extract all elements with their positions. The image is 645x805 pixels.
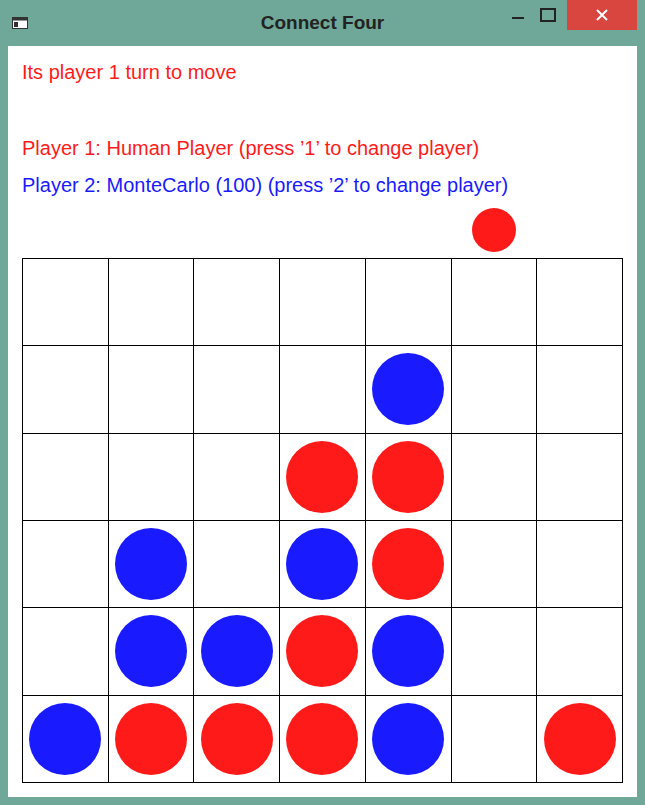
board-cell[interactable] — [109, 259, 194, 345]
close-icon — [595, 8, 609, 22]
maximize-button[interactable] — [533, 0, 563, 30]
board-cell[interactable] — [366, 608, 451, 694]
board-cell[interactable] — [537, 608, 622, 694]
board-cell[interactable] — [280, 696, 365, 782]
minimize-icon — [511, 8, 525, 22]
disc — [372, 703, 444, 775]
drop-row — [22, 197, 623, 258]
board-cell[interactable] — [109, 521, 194, 607]
board-cell[interactable] — [194, 521, 279, 607]
drop-column[interactable] — [537, 197, 623, 258]
board-cell[interactable] — [109, 346, 194, 432]
board-cell[interactable] — [366, 521, 451, 607]
board-cell[interactable] — [537, 521, 622, 607]
game-window: Connect Four Its player 1 turn to move P… — [0, 0, 645, 805]
disc — [544, 703, 616, 775]
close-button[interactable] — [567, 0, 637, 30]
board-cell[interactable] — [23, 434, 108, 520]
board-cell[interactable] — [366, 259, 451, 345]
board-cell[interactable] — [280, 346, 365, 432]
board-cell[interactable] — [194, 608, 279, 694]
board-cell[interactable] — [194, 434, 279, 520]
board-cell[interactable] — [537, 346, 622, 432]
board-cell[interactable] — [537, 696, 622, 782]
board-cell[interactable] — [23, 608, 108, 694]
disc — [201, 615, 273, 687]
title-bar: Connect Four — [0, 0, 645, 46]
disc — [115, 615, 187, 687]
preview-disc — [472, 208, 516, 252]
drop-column[interactable] — [280, 197, 366, 258]
drop-column[interactable] — [451, 197, 537, 258]
board-cell[interactable] — [194, 259, 279, 345]
board-cell[interactable] — [452, 434, 537, 520]
board-cell[interactable] — [452, 608, 537, 694]
disc — [115, 703, 187, 775]
window-title: Connect Four — [261, 12, 385, 34]
board-cell[interactable] — [452, 259, 537, 345]
board-cell[interactable] — [109, 434, 194, 520]
drop-column[interactable] — [194, 197, 280, 258]
disc — [372, 353, 444, 425]
disc — [29, 703, 101, 775]
board-cell[interactable] — [537, 434, 622, 520]
board-cell[interactable] — [366, 346, 451, 432]
disc — [115, 528, 187, 600]
board-cell[interactable] — [366, 696, 451, 782]
board-cell[interactable] — [280, 259, 365, 345]
board-cell[interactable] — [537, 259, 622, 345]
maximize-icon — [540, 8, 556, 22]
board-cell[interactable] — [23, 259, 108, 345]
drop-column[interactable] — [22, 197, 108, 258]
board-cell[interactable] — [280, 608, 365, 694]
drop-column[interactable] — [365, 197, 451, 258]
board-cell[interactable] — [23, 696, 108, 782]
board-cell[interactable] — [109, 696, 194, 782]
disc — [286, 528, 358, 600]
board-cell[interactable] — [280, 434, 365, 520]
board-cell[interactable] — [452, 346, 537, 432]
board-cell[interactable] — [109, 608, 194, 694]
disc — [372, 528, 444, 600]
board-cell[interactable] — [23, 521, 108, 607]
board-cell[interactable] — [194, 346, 279, 432]
board-cell[interactable] — [452, 696, 537, 782]
player-list: Player 1: Human Player (press ’1’ to cha… — [22, 136, 637, 197]
board-cell[interactable] — [366, 434, 451, 520]
disc — [286, 615, 358, 687]
status-text: Its player 1 turn to move — [22, 60, 637, 84]
drop-column[interactable] — [108, 197, 194, 258]
board-cell[interactable] — [452, 521, 537, 607]
minimize-button[interactable] — [503, 0, 533, 30]
disc — [286, 703, 358, 775]
window-icon — [12, 17, 28, 29]
disc — [372, 615, 444, 687]
board-cell[interactable] — [23, 346, 108, 432]
disc — [201, 703, 273, 775]
player-label[interactable]: Player 2: MonteCarlo (100) (press ’2’ to… — [22, 173, 637, 197]
player-label[interactable]: Player 1: Human Player (press ’1’ to cha… — [22, 136, 637, 160]
game-board — [22, 258, 623, 783]
board-cell[interactable] — [194, 696, 279, 782]
board-cell[interactable] — [280, 521, 365, 607]
disc — [372, 441, 444, 513]
client-area: Its player 1 turn to move Player 1: Huma… — [8, 46, 637, 797]
disc — [286, 441, 358, 513]
